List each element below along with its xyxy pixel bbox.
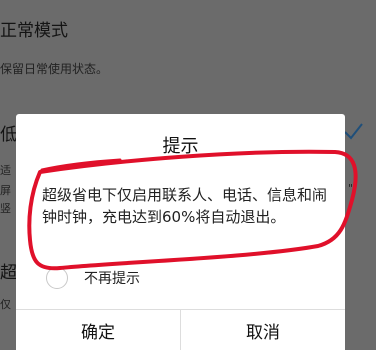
dont-show-again-radio[interactable] [46,267,68,289]
confirm-button[interactable]: 确定 [16,310,180,350]
dialog-message: 超级省电下仅启用联系人、电话、信息和闹钟时钟，充电达到60%将自动退出。 [42,186,328,226]
tip-dialog: 提示 超级省电下仅启用联系人、电话、信息和闹钟时钟，充电达到60%将自动退出。 … [16,114,345,350]
cancel-button[interactable]: 取消 [181,310,345,350]
mode-low-power-desc-line1: 适 [0,164,11,177]
mode-normal-title: 正常模式 [0,21,68,41]
dont-show-again-option[interactable]: 不再提示 [46,264,140,292]
checkmark-icon [344,123,363,140]
mode-low-power-desc-line2: 屏 [0,184,11,197]
mode-super-saver-title: 超 [0,263,17,283]
mode-normal-description: 保留日常使用状态。 [0,62,109,76]
right-edge-fragment: " [348,182,354,195]
dialog-title: 提示 [162,136,199,157]
dialog-button-row: 确定 取消 [16,309,345,350]
mode-super-saver-description: 仅 [0,298,11,311]
dont-show-again-label: 不再提示 [84,271,140,287]
mode-low-power-title: 低 [0,125,17,145]
mode-low-power-desc-line3: 竖 [0,202,11,215]
